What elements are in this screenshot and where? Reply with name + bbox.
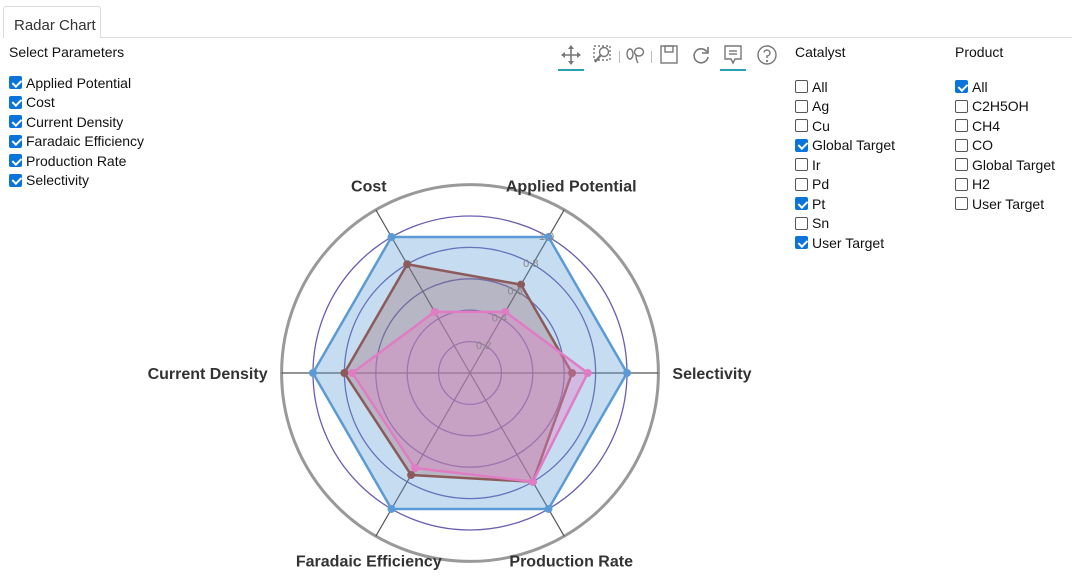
series-point	[623, 369, 631, 377]
axis-label: Cost	[351, 179, 387, 196]
series-point	[583, 369, 592, 377]
series-point	[544, 504, 553, 513]
axis-label: Applied Potential	[506, 179, 637, 196]
series-point	[411, 464, 420, 473]
series-point	[387, 233, 396, 242]
axis-label: Production Rate	[509, 553, 633, 570]
series-point	[340, 369, 349, 377]
radial-tick-label: 0.6	[507, 285, 522, 297]
radar-chart: 0.2 0.4 0.6 0.8 1.0 Applied Potential Selecti…	[148, 179, 752, 571]
series-point	[528, 477, 537, 486]
radial-tick-label: 0.8	[523, 258, 538, 270]
series-point	[430, 307, 439, 316]
series-point	[309, 369, 317, 377]
series-point	[387, 504, 396, 513]
radial-tick-label: 0.4	[492, 313, 507, 325]
axis-label: Current Density	[148, 366, 268, 383]
radial-tick-label: 1.0	[539, 231, 554, 243]
radial-tick-label: 0.2	[476, 340, 491, 352]
axis-label: Faradaic Efficiency	[296, 553, 442, 570]
series-point	[348, 369, 357, 377]
axis-label: Selectivity	[672, 366, 751, 383]
series-point	[407, 470, 416, 479]
series-point	[403, 260, 412, 269]
